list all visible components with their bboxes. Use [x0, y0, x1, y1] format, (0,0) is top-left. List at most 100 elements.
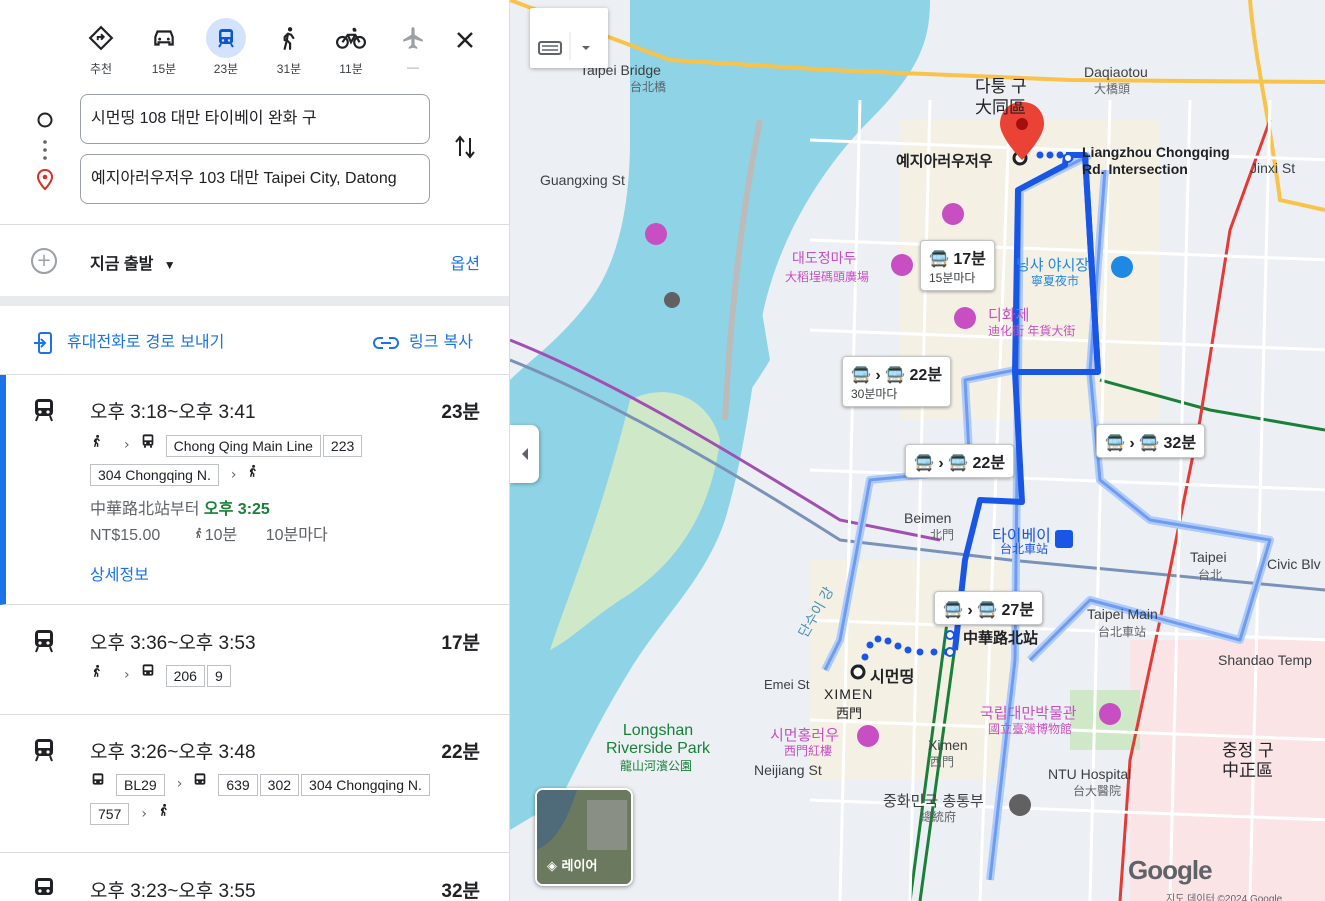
mode-flight[interactable]: — [386, 18, 440, 74]
walk-icon [90, 661, 104, 690]
copy-link-button[interactable]: 링크 복사 [373, 328, 473, 352]
street-label: Civic Blv [1267, 556, 1321, 572]
fare-info: NT$15.00 10분 10분마다 [90, 521, 328, 545]
origin-input[interactable]: 시먼띵 108 대만 타이베이 완화 구 [80, 94, 430, 144]
transit-icon [206, 18, 246, 58]
route-option-2[interactable]: 오후 3:36~오후 3:53 17분 › 206 9 [0, 606, 509, 715]
poi-label: 國立臺灣博物館 [988, 722, 1073, 736]
input-tools-button[interactable] [530, 8, 608, 68]
route-dots-icon [36, 138, 54, 168]
fare: NT$15.00 [90, 527, 161, 544]
walk-icon [90, 431, 104, 460]
poi-label: 迪化街 年貨大街 [988, 324, 1076, 338]
travel-mode-bar: 추천 15분 23분 31분 11분 — [0, 0, 509, 88]
add-stop-icon[interactable]: + [31, 248, 57, 274]
route-option-1[interactable]: 오후 3:18~오후 3:41 23분 › Chong Qing Main Lin… [0, 375, 509, 605]
layers-label: ◈ 레이어 [547, 855, 597, 874]
swap-icon [455, 135, 475, 159]
chevron-right-icon: › [230, 466, 237, 483]
mode-transit[interactable]: 23분 [199, 18, 253, 77]
bubble-duration: 27분 [1001, 602, 1035, 619]
walk-icon [246, 461, 260, 490]
poi-label: 總統府 [920, 810, 957, 824]
area-label: 西門 [836, 706, 863, 721]
map-label: 台北車站 [1098, 625, 1147, 639]
depart-time-dropdown[interactable]: 지금 출발 ▼ [90, 250, 176, 274]
send-to-phone-icon [34, 331, 52, 354]
map-label: Taipei Main [1087, 606, 1158, 622]
link-icon [373, 336, 399, 349]
destination-label: 예지아러우저우 [896, 153, 993, 170]
destination-pin-icon [36, 168, 54, 195]
origin-label: 시먼띵 [870, 669, 915, 686]
route-duration: 17분 [441, 633, 480, 654]
transit-line-chip: 304 Chongqing N. [90, 464, 219, 486]
poi-label: 台大醫院 [1073, 784, 1122, 798]
route-bubble-32[interactable]: 🚍 › 🚍 32분 [1096, 424, 1206, 458]
route-bubble-17[interactable]: 🚍 17분 15분마다 [920, 240, 995, 291]
departure-row: + 지금 출발 ▼ 옵션 [0, 238, 509, 284]
send-to-phone-button[interactable]: 휴대전화로 경로 보내기 [33, 328, 224, 355]
mode-label: 11분 [339, 62, 363, 76]
route-bubble-22a[interactable]: 🚍 › 🚍 22분 30분마다 [842, 356, 952, 407]
directions-panel: 추천 15분 23분 31분 11분 — 시먼띵 108 대만 타이베이 완화 … [0, 0, 510, 901]
route-bubble-27[interactable]: 🚍 › 🚍 27분 [934, 591, 1044, 625]
route-time: 오후 3:23~오후 3:55 [90, 881, 256, 901]
map-label: 北門 [930, 528, 955, 542]
details-link[interactable]: 상세정보 [90, 561, 149, 585]
route-duration: 32분 [441, 881, 480, 901]
bubble-duration: 32분 [1163, 435, 1197, 452]
street-label: Jinxi St [1250, 160, 1296, 176]
mode-label: — [407, 60, 419, 74]
route-option-4[interactable]: 오후 3:23~오후 3:55 32분 [0, 854, 509, 901]
swap-origin-destination-button[interactable] [448, 130, 482, 164]
from-station: 中華路北站부터 [90, 501, 200, 518]
transit-line-chip: Chong Qing Main Line [165, 434, 321, 457]
map-canvas[interactable]: Taipei Bridge 台北橋 다퉁 구 大同區 Daqiaotou 大橋頭… [510, 0, 1325, 901]
mode-cycling[interactable]: 11분 [324, 18, 378, 77]
mode-label: 23분 [213, 62, 239, 76]
route-time: 오후 3:18~오후 3:41 [90, 402, 256, 423]
copy-link-label: 링크 복사 [409, 332, 473, 351]
mode-label: 31분 [276, 62, 302, 76]
street-label: Guangxing St [540, 172, 625, 188]
poi-label: NTU Hospital [1048, 766, 1132, 782]
layers-text: 레이어 [561, 859, 598, 874]
layers-button[interactable]: ◈ 레이어 [535, 788, 633, 886]
mode-recommended[interactable]: 추천 [74, 18, 128, 77]
layers-icon: ◈ [547, 859, 562, 874]
destination-input[interactable]: 예지아러우저우 103 대만 Taipei City, Datong [80, 154, 430, 204]
stop-label: 中華路北站 [963, 630, 1039, 647]
options-button[interactable]: 옵션 [451, 250, 480, 274]
bubble-frequency: 30분마다 [851, 387, 898, 401]
bus-icon: 🚍 › 🚍 [1105, 435, 1160, 452]
transit-line-chip: 206 [165, 664, 205, 687]
park-label: 龍山河濱公園 [620, 759, 693, 773]
google-logo: Google [1128, 855, 1213, 885]
poi-label: 大稻埕碼頭廣場 [785, 270, 870, 284]
walk-icon [157, 800, 171, 829]
close-icon [457, 32, 473, 48]
train-icon [32, 876, 56, 901]
train-icon [32, 397, 56, 427]
transit-line-chip: 304 Chongqing N. [301, 773, 430, 796]
map-label: Daqiaotou [1084, 64, 1148, 80]
depart-label: 지금 출발 [90, 256, 154, 273]
share-row: 휴대전화로 경로 보내기 링크 복사 [0, 322, 509, 358]
route-bubble-22b[interactable]: 🚍 › 🚍 22분 [905, 444, 1015, 478]
chevron-right-icon: › [141, 805, 147, 822]
stop-label: Liangzhou Chongqing Rd. Intersection [1082, 144, 1230, 177]
close-directions-button[interactable] [447, 22, 483, 58]
frequency: 10분마다 [265, 527, 328, 544]
station-label: 台北車站 [1000, 542, 1049, 556]
mode-walking[interactable]: 31분 [262, 18, 316, 77]
transit-line-chip: 757 [90, 803, 130, 825]
mode-driving[interactable]: 15분 [137, 18, 191, 77]
bus-icon [140, 431, 156, 460]
route-steps: BL29 › 639 302 304 Chongqing N. 757 › [90, 770, 490, 829]
bus-icon: 🚍 › 🚍 [914, 455, 969, 472]
walk-icon [269, 18, 309, 58]
collapse-panel-button[interactable] [510, 425, 539, 483]
transit-line-chip: 9 [206, 664, 231, 687]
route-option-3[interactable]: 오후 3:26~오후 3:48 22분 BL29 › 639 302 304 Chong… [0, 715, 509, 853]
